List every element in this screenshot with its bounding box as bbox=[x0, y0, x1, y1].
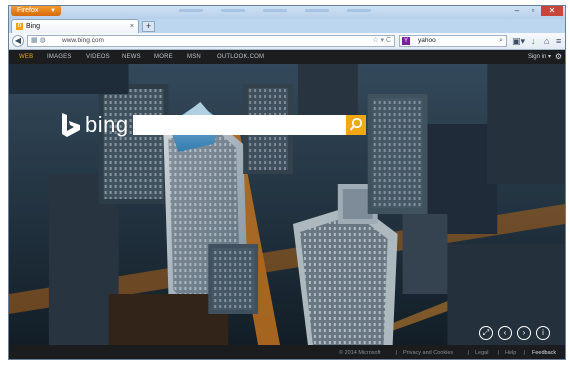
footer-link-feedback[interactable]: Feedback bbox=[532, 345, 556, 359]
bing-nav-images[interactable]: IMAGES bbox=[47, 50, 72, 64]
maximize-icon[interactable]: ▫ bbox=[525, 6, 541, 16]
window-controls: – ▫ ✕ bbox=[509, 6, 563, 17]
footer-link-legal[interactable]: Legal bbox=[475, 345, 488, 359]
title-bar: Firefox ▼ – ▫ ✕ bbox=[9, 6, 565, 19]
bing-logo-icon bbox=[62, 113, 80, 137]
footer-separator: | bbox=[498, 350, 500, 356]
address-bar[interactable]: ▦ ◍ www.bing.com ☆ ▾ C bbox=[27, 35, 395, 47]
bing-footer: © 2014 Microsoft | Privacy and Cookies |… bbox=[9, 345, 565, 359]
gear-icon[interactable]: ⚙ bbox=[555, 50, 562, 64]
address-url: www.bing.com bbox=[62, 37, 104, 44]
sign-in-link[interactable]: Sign in ▾ bbox=[528, 50, 551, 64]
bing-nav-outlook[interactable]: OUTLOOK.COM bbox=[217, 50, 264, 64]
search-engine-icon[interactable]: Y bbox=[402, 37, 410, 45]
sign-in-label: Sign in bbox=[527, 54, 547, 60]
footer-link-help[interactable]: Help bbox=[505, 345, 516, 359]
globe-icon: ▦ ◍ bbox=[31, 37, 46, 44]
navigation-toolbar: ◀ ▦ ◍ www.bing.com ☆ ▾ C Y yahoo ⌕ ▣▾ ↓ … bbox=[9, 33, 565, 50]
bing-homepage: WEB IMAGES VIDEOS NEWS MORE MSN OUTLOOK.… bbox=[9, 50, 565, 359]
bing-nav-news[interactable]: NEWS bbox=[122, 50, 141, 64]
ghost-label bbox=[179, 9, 203, 12]
firefox-menu-button[interactable]: Firefox ▼ bbox=[11, 6, 61, 16]
firefox-menu-label: Firefox bbox=[17, 7, 39, 14]
bing-nav-videos[interactable]: VIDEOS bbox=[86, 50, 110, 64]
ghost-label bbox=[263, 9, 287, 12]
menu-icon[interactable]: ≡ bbox=[556, 35, 561, 47]
search-bar[interactable]: Y yahoo ⌕ bbox=[399, 35, 507, 47]
bing-search-input[interactable] bbox=[133, 115, 346, 135]
info-icon[interactable]: i bbox=[536, 326, 550, 340]
previous-image-icon[interactable]: ‹ bbox=[498, 326, 512, 340]
chevron-down-icon: ▼ bbox=[50, 8, 56, 14]
new-tab-button[interactable]: + bbox=[142, 21, 155, 32]
title-bar-ghost-labels bbox=[179, 9, 371, 12]
bing-nav-msn[interactable]: MSN bbox=[187, 50, 201, 64]
bing-nav-web[interactable]: WEB bbox=[19, 50, 33, 64]
ghost-label bbox=[305, 9, 329, 12]
bing-nav-bar: WEB IMAGES VIDEOS NEWS MORE MSN OUTLOOK.… bbox=[9, 50, 565, 64]
search-icon[interactable]: ⌕ bbox=[499, 36, 503, 46]
close-icon[interactable]: ✕ bbox=[541, 6, 563, 16]
bing-favicon-icon: b bbox=[16, 23, 23, 30]
minimize-icon[interactable]: – bbox=[509, 6, 525, 16]
bing-nav-more[interactable]: MORE bbox=[154, 50, 173, 64]
tab-bing[interactable]: b Bing × bbox=[11, 19, 139, 33]
tab-strip: b Bing × + bbox=[9, 19, 565, 33]
expand-icon[interactable]: ⤢ bbox=[479, 326, 493, 340]
browser-window: Firefox ▼ – ▫ ✕ b Bing × + ◀ ▦ ◍ www.bin… bbox=[8, 5, 566, 360]
footer-separator: | bbox=[524, 350, 526, 356]
image-controls: ⤢ ‹ › i bbox=[479, 326, 550, 340]
bookmark-star-icon[interactable]: ☆ ▾ C bbox=[372, 36, 391, 46]
footer-separator: | bbox=[396, 350, 398, 356]
back-button[interactable]: ◀ bbox=[12, 35, 24, 47]
home-icon[interactable]: ⌂ bbox=[544, 35, 549, 47]
footer-separator: | bbox=[468, 350, 470, 356]
bing-logo-text: bing bbox=[85, 112, 129, 137]
next-image-icon[interactable]: › bbox=[517, 326, 531, 340]
bing-search-button[interactable] bbox=[346, 115, 366, 135]
bookmarks-icon[interactable]: ▣▾ bbox=[512, 35, 525, 47]
download-icon[interactable]: ↓ bbox=[531, 35, 536, 47]
footer-link-privacy[interactable]: Privacy and Cookies bbox=[403, 345, 453, 359]
bing-logo: bing bbox=[61, 112, 129, 138]
ghost-label bbox=[221, 9, 245, 12]
ghost-label bbox=[347, 9, 371, 12]
tab-title: Bing bbox=[26, 23, 41, 30]
search-bar-query: yahoo bbox=[418, 37, 436, 44]
copyright-text: © 2014 Microsoft bbox=[339, 350, 381, 356]
search-icon bbox=[349, 117, 363, 131]
city-background-image bbox=[9, 64, 565, 345]
tab-close-icon[interactable]: × bbox=[130, 20, 134, 33]
